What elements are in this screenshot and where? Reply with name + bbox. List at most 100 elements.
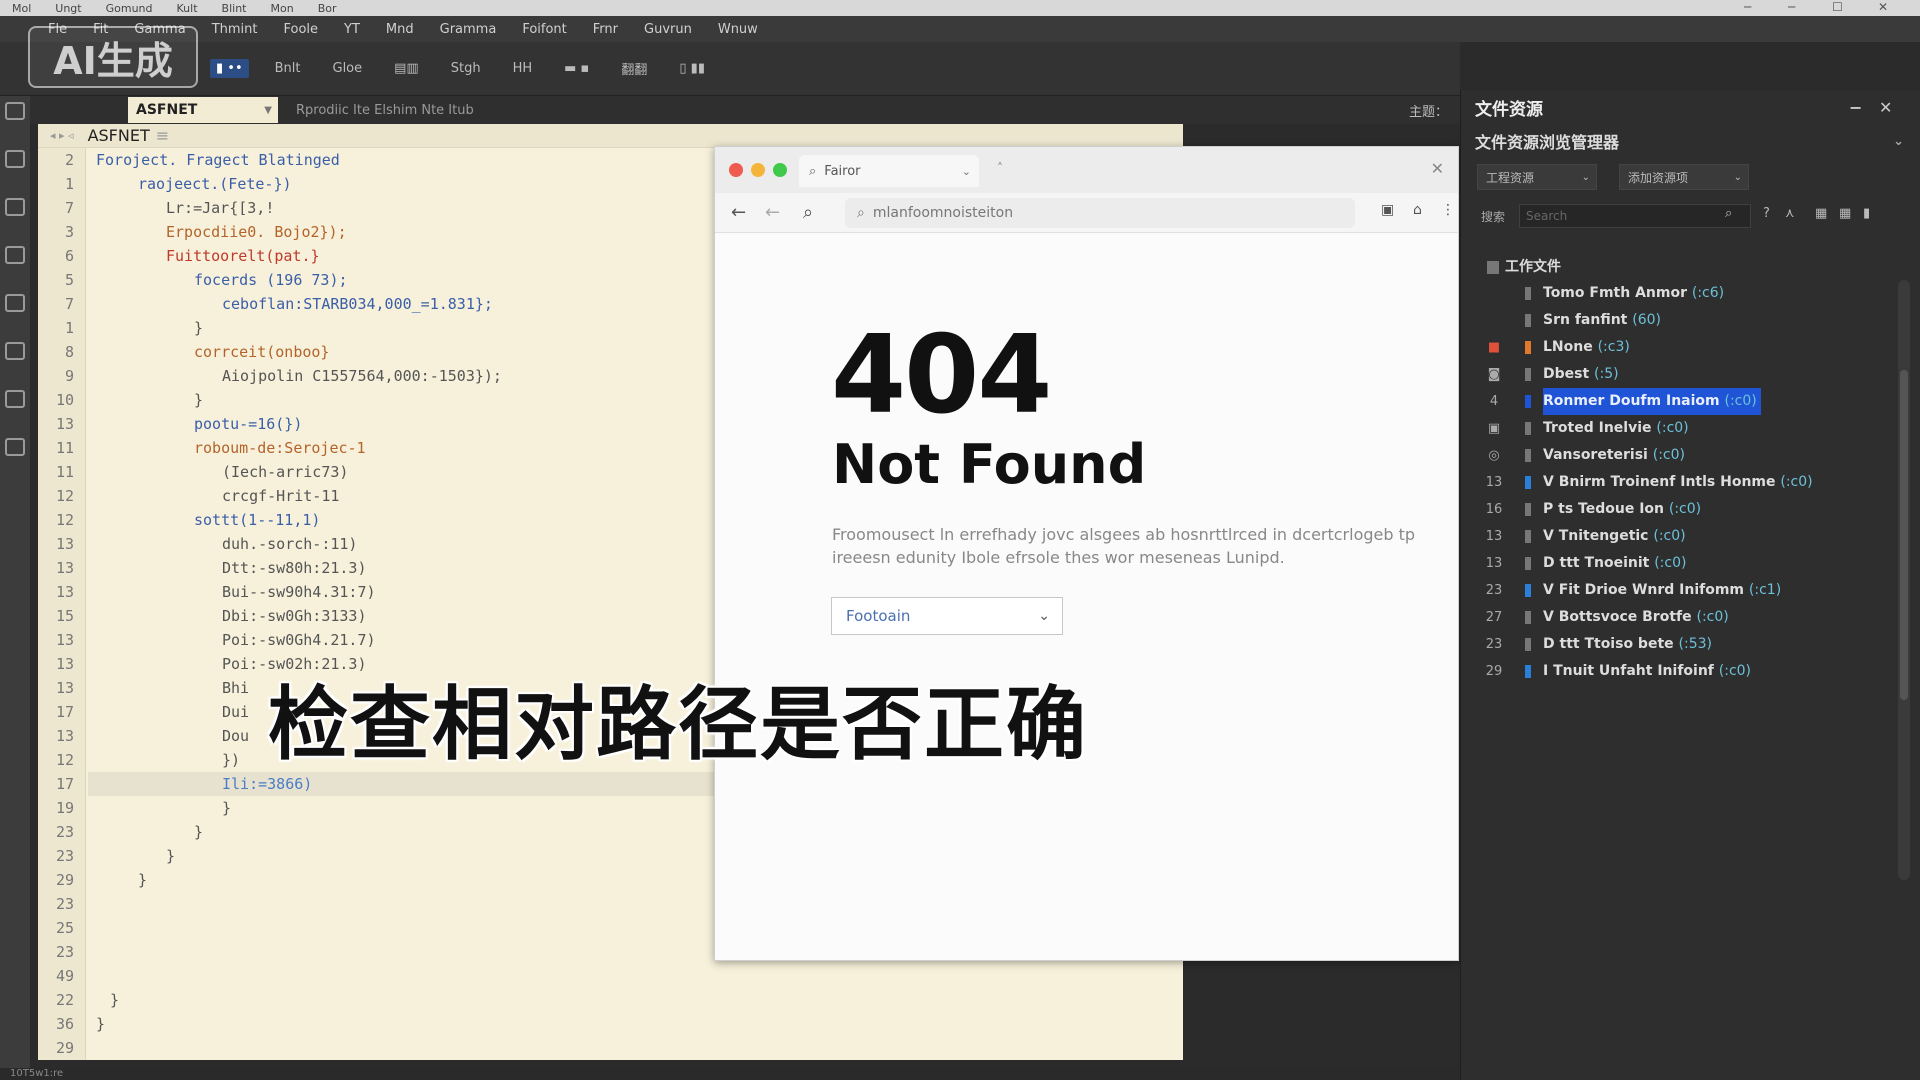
menu-item[interactable]: Foole: [283, 22, 318, 37]
code-line[interactable]: Foroject. Fragect Blatinged: [96, 148, 340, 172]
menu-item[interactable]: Frnr: [593, 22, 618, 37]
menu-item[interactable]: YT: [344, 22, 360, 37]
files-icon[interactable]: [5, 150, 25, 168]
search-icon[interactable]: ⌕: [1725, 206, 1732, 221]
toolbar-item[interactable]: Gloe: [327, 59, 369, 78]
tree-item[interactable]: 27 V Bottsvoce Brotfe (:c0): [1461, 604, 1881, 631]
error-select[interactable]: Footoain ⌄: [831, 597, 1063, 635]
resource-type-dropdown[interactable]: 工程资源 ⌄: [1477, 164, 1597, 190]
hammer-icon[interactable]: [5, 390, 25, 408]
panel-icon[interactable]: [5, 438, 25, 456]
new-tab-icon[interactable]: ˄: [997, 161, 1003, 175]
toolbar-item[interactable]: Bnlt: [269, 59, 307, 78]
chevron-down-icon[interactable]: ⌄: [1893, 134, 1904, 149]
code-line[interactable]: }: [166, 844, 175, 868]
title-item[interactable]: Kult: [177, 2, 198, 15]
code-line[interactable]: Fuittoorelt(pat.}: [166, 244, 320, 268]
tree-item[interactable]: 29 I Tnuit Unfaht Inifoinf (:c0): [1461, 658, 1881, 685]
toolbar-grid-icon[interactable]: ▤▥: [388, 59, 425, 78]
code-line[interactable]: sottt(1--11,1): [194, 508, 320, 532]
home-icon[interactable]: ⌂: [1413, 202, 1422, 218]
code-line[interactable]: }: [222, 796, 231, 820]
code-line[interactable]: Bui--sw90h4.31:7): [222, 580, 376, 604]
tree-item[interactable]: 13 V Tnitengetic (:c0): [1461, 523, 1881, 550]
code-line[interactable]: }: [96, 1012, 105, 1036]
menu-item[interactable]: Mnd: [386, 22, 414, 37]
title-item[interactable]: Gomund: [106, 2, 153, 15]
tree-item[interactable]: 4 Ronmer Doufm Inaiom (:c0): [1461, 388, 1881, 415]
tree-item[interactable]: 13 V Bnirm Troinenf Intls Honme (:c0): [1461, 469, 1881, 496]
reader-icon[interactable]: ▣: [1381, 202, 1394, 218]
code-line[interactable]: }: [194, 316, 203, 340]
extensions-icon[interactable]: ⋮: [1441, 202, 1455, 218]
code-line[interactable]: Dui: [222, 700, 249, 724]
tree-item[interactable]: 23 V Fit Drioe Wnrd Inifomm (:c1): [1461, 577, 1881, 604]
code-line[interactable]: }: [194, 820, 203, 844]
toolbar-item[interactable]: 翻翻: [615, 57, 653, 80]
code-line[interactable]: Bhi: [222, 676, 249, 700]
code-line[interactable]: focerds (196 73);: [194, 268, 348, 292]
code-line[interactable]: corrceit(onboo}: [194, 340, 329, 364]
tree-item[interactable]: 16 P ts Tedoue Ion (:c0): [1461, 496, 1881, 523]
chevron-down-icon[interactable]: ⌄: [962, 165, 971, 178]
panel-scrollbar[interactable]: [1898, 280, 1910, 880]
menu-icon[interactable]: ≡: [156, 126, 169, 145]
code-line[interactable]: Lr:=Jar{[3‚!: [166, 196, 274, 220]
tree-item[interactable]: ■ LNone (:c3): [1461, 334, 1881, 361]
toolbar-item[interactable]: Stgh: [445, 59, 487, 78]
title-item[interactable]: Bor: [318, 2, 337, 15]
title-item[interactable]: Mon: [270, 2, 293, 15]
code-line[interactable]: Erpocdiie0. Bojo2});: [166, 220, 347, 244]
code-line[interactable]: Dbi:-sw0Gh:3133): [222, 604, 367, 628]
panel-subheader[interactable]: 文件资源浏览管理器 ⌄: [1461, 124, 1920, 158]
tree-item[interactable]: ▣ Troted Inelvie (:c0): [1461, 415, 1881, 442]
minimize-button[interactable]: ─: [1744, 0, 1751, 14]
close-icon[interactable]: ✕: [1431, 159, 1444, 178]
tree-item[interactable]: Srn fanfint (60): [1461, 307, 1881, 334]
browser-tab[interactable]: ⌕ Fairor ⌄: [799, 155, 979, 187]
code-line[interactable]: crcgf-Hrit-11: [222, 484, 339, 508]
menu-item[interactable]: Foifont: [522, 22, 566, 37]
code-line[interactable]: Dou: [222, 724, 249, 748]
tree-item[interactable]: ◎ Vansoreterisi (:c0): [1461, 442, 1881, 469]
code-line[interactable]: raojeect.(Fete-}): [138, 172, 292, 196]
camera-icon[interactable]: [5, 294, 25, 312]
code-line[interactable]: Poi:-sw0Gh4.21.7): [222, 628, 376, 652]
title-item[interactable]: Ungt: [55, 2, 81, 15]
tree-root[interactable]: 工作文件: [1461, 254, 1881, 281]
grid-view-icon[interactable]: ▦: [1839, 206, 1851, 221]
title-item[interactable]: Mol: [12, 2, 31, 15]
maximize-button[interactable]: ☐: [1832, 0, 1843, 14]
menu-item[interactable]: Guvrun: [644, 22, 692, 37]
code-line[interactable]: roboum-de:Serojec-1: [194, 436, 366, 460]
minimize-icon[interactable]: −: [1849, 98, 1862, 117]
layers-icon[interactable]: [5, 246, 25, 264]
pen-icon[interactable]: [5, 198, 25, 216]
code-line[interactable]: }: [194, 388, 203, 412]
code-line[interactable]: (Iech-arric73): [222, 460, 348, 484]
back-icon[interactable]: ←: [731, 202, 746, 223]
editor-nav-icon[interactable]: ◂ ▸ ◃: [50, 129, 74, 142]
toolbar-layout-icon[interactable]: ▯ ▮▮: [673, 59, 711, 78]
toolbar-item[interactable]: HH: [507, 59, 539, 78]
forward-icon[interactable]: ←: [765, 202, 780, 223]
code-line[interactable]: duh.-sorch-:11): [222, 532, 357, 556]
code-line[interactable]: }: [110, 988, 119, 1012]
search-icon[interactable]: ⌕: [803, 202, 813, 223]
list-view-icon[interactable]: ▦: [1815, 206, 1827, 221]
scrollbar-thumb[interactable]: [1900, 370, 1908, 700]
zoom-dot-icon[interactable]: [773, 163, 787, 177]
close-button[interactable]: ✕: [1878, 0, 1888, 14]
sort-icon[interactable]: ⋏: [1785, 206, 1795, 221]
address-bar[interactable]: ⌕ mlanfoomnoisteiton: [845, 198, 1355, 228]
toolbar-align-icon[interactable]: ▬ ▪: [558, 59, 595, 78]
code-line[interactable]: ceboflan:STARB034,000_=1.831};: [222, 292, 493, 316]
panel-view-icon[interactable]: ▮: [1863, 206, 1870, 221]
tree-item[interactable]: 23 D ttt Ttoiso bete (:53): [1461, 631, 1881, 658]
tree-item[interactable]: Tomo Fmth Anmor (:c6): [1461, 280, 1881, 307]
close-dot-icon[interactable]: [729, 163, 743, 177]
code-line[interactable]: Aiojpolin C1557564,000:-1503});: [222, 364, 502, 388]
minimize-dot-icon[interactable]: [751, 163, 765, 177]
editor-tab-active[interactable]: ASFNET ▼: [128, 97, 278, 123]
code-line[interactable]: }): [222, 748, 240, 772]
